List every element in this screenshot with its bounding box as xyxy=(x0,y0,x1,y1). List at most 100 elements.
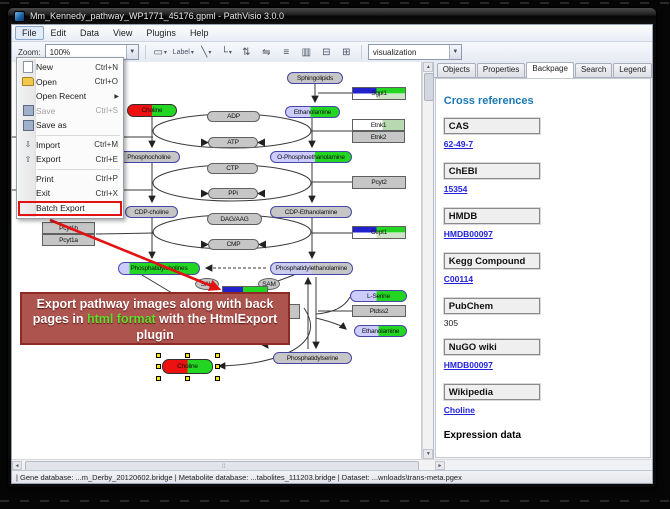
node-pcyt1b[interactable]: Pcyt1b xyxy=(42,222,95,234)
selection-handle[interactable] xyxy=(185,376,190,381)
menu-plugins[interactable]: Plugins xyxy=(139,26,183,40)
connector-tool-icon-dropdown[interactable]: ▾ xyxy=(229,49,232,56)
node-phosphatidylethanolamine[interactable]: Phosphatidylethanolamine xyxy=(270,262,353,275)
file-menu-item-print[interactable]: PrintCtrl+P xyxy=(18,172,122,187)
tab-search[interactable]: Search xyxy=(575,63,612,77)
xref-value-kegg-compound[interactable]: C00114 xyxy=(444,274,473,284)
tab-objects[interactable]: Objects xyxy=(437,63,476,77)
selection-handle[interactable] xyxy=(215,364,220,369)
selection-handle[interactable] xyxy=(156,376,161,381)
node-cept1[interactable]: Cept1 xyxy=(352,226,406,239)
xref-value-nugo-wiki[interactable]: HMDB00097 xyxy=(444,360,493,370)
node-phosphatidylserine[interactable]: Phosphatidylserine xyxy=(273,352,352,364)
node-ppi[interactable]: PPi xyxy=(208,188,258,199)
node-sah[interactable]: SAH xyxy=(195,278,219,290)
tab-properties[interactable]: Properties xyxy=(477,63,525,77)
selection-handle[interactable] xyxy=(156,364,161,369)
file-menu-item-import[interactable]: ⇩ImportCtrl+M xyxy=(18,138,122,153)
vertical-scrollbar[interactable]: ▲ ▼ xyxy=(422,62,432,459)
visualization-dropdown-icon[interactable]: ▼ xyxy=(449,45,461,59)
node-etnk1[interactable]: Etnk1 xyxy=(352,119,405,131)
vertical-scroll-thumb[interactable] xyxy=(424,73,434,101)
selection-handle[interactable] xyxy=(215,353,220,358)
xref-value-cas[interactable]: 62-49-7 xyxy=(444,139,473,149)
menu-view[interactable]: View xyxy=(106,26,139,40)
stack-columns-icon[interactable]: ▥ xyxy=(298,43,315,61)
menu-data[interactable]: Data xyxy=(73,26,106,40)
visualization-combobox[interactable]: visualization ▼ xyxy=(368,44,462,60)
file-menu-item-export[interactable]: ⇧ExportCtrl+E xyxy=(18,152,122,167)
common-width-icon[interactable]: ⊟ xyxy=(318,43,335,61)
file-menu-item-open[interactable]: OpenCtrl+O xyxy=(18,75,122,90)
node-pcyt1a[interactable]: Pcyt1a xyxy=(42,234,95,246)
menu-item-label: New xyxy=(36,62,95,72)
menu-edit[interactable]: Edit xyxy=(44,26,74,40)
menu-file[interactable]: File xyxy=(15,26,44,40)
line-tool-icon[interactable]: ╲▾ xyxy=(198,43,215,61)
selection-handle[interactable] xyxy=(185,353,190,358)
tab-legend[interactable]: Legend xyxy=(613,63,652,77)
new-datanode-icon-dropdown[interactable]: ▾ xyxy=(164,49,167,56)
node-choline-top[interactable]: Choline xyxy=(127,104,177,117)
xref-value-wikipedia[interactable]: Choline xyxy=(444,405,475,415)
connector-tool-icon[interactable]: └▾ xyxy=(218,43,235,61)
line-tool-icon-dropdown[interactable]: ▾ xyxy=(208,49,211,56)
expression-data-heading: Expression data xyxy=(444,430,650,441)
annotation-text: with the HtmlExport plugin xyxy=(136,312,277,341)
align-horizontal-icon[interactable]: ⇋ xyxy=(258,43,275,61)
node-choline-bottom[interactable]: Choline xyxy=(162,359,213,374)
scroll-left-icon[interactable]: ◄ xyxy=(12,461,22,470)
file-menu-item-open-recent[interactable]: Open Recent▶ xyxy=(18,89,122,104)
node-o-phosphoethanolamine[interactable]: O-Phosphoethanolamine xyxy=(270,151,352,163)
node-atp[interactable]: ATP xyxy=(208,137,258,148)
toolbar-separator xyxy=(361,45,362,59)
selection-handle[interactable] xyxy=(156,353,161,358)
cross-references-sections: CAS62-49-7ChEBI15354HMDBHMDB00097Kegg Co… xyxy=(444,118,650,418)
file-menu-item-new[interactable]: NewCtrl+N xyxy=(18,60,122,75)
open-folder-icon xyxy=(20,77,36,86)
backpage-panel[interactable]: Cross references CAS62-49-7ChEBI15354HMD… xyxy=(435,78,651,458)
toolbar-separator xyxy=(145,45,146,59)
scroll-down-icon[interactable]: ▼ xyxy=(423,449,433,459)
sidebar: ObjectsPropertiesBackpageSearchLegend Cr… xyxy=(433,62,652,459)
label-tool-button[interactable]: Label▾ xyxy=(172,43,195,61)
node-cdp-ethanolamine[interactable]: CDP-Ethanolamine xyxy=(270,206,352,218)
window-body: FileEditDataViewPluginsHelp Zoom: 100% ▼… xyxy=(11,24,653,484)
file-menu-item-batch-export[interactable]: Batch Export xyxy=(18,201,122,216)
align-vertical-icon[interactable]: ⇅ xyxy=(238,43,255,61)
title-bar[interactable]: Mm_Kennedy_pathway_WP1771_45176.gpml - P… xyxy=(8,8,656,24)
node-phosphocholine[interactable]: Phosphocholine xyxy=(118,151,180,163)
xref-header-chebi: ChEBI xyxy=(444,163,540,179)
menu-help[interactable]: Help xyxy=(183,26,216,40)
file-menu-item-save-as[interactable]: Save as xyxy=(18,118,122,133)
node-pcyt2[interactable]: Pcyt2 xyxy=(352,176,406,189)
node-ptdss2[interactable]: Ptdss2 xyxy=(352,305,406,317)
node-etnk2[interactable]: Etnk2 xyxy=(352,131,405,143)
zoom-dropdown-icon[interactable]: ▼ xyxy=(126,45,138,59)
node-dag-aag[interactable]: DAG/AAG xyxy=(207,213,262,225)
file-menu-item-save[interactable]: SaveCtrl+S xyxy=(18,104,122,119)
node-adp[interactable]: ADP xyxy=(207,111,260,122)
node-sphingolipids[interactable]: Sphingolipids xyxy=(287,72,343,84)
new-datanode-icon[interactable]: ▭▾ xyxy=(152,43,169,61)
xref-value-chebi[interactable]: 15354 xyxy=(444,184,468,194)
scroll-up-icon[interactable]: ▲ xyxy=(423,62,433,72)
stack-rows-icon[interactable]: ≡ xyxy=(278,43,295,61)
menu-item-label: Print xyxy=(36,174,96,184)
node-ethanolamine-bottom[interactable]: Ethanolamine xyxy=(354,325,407,337)
tab-backpage[interactable]: Backpage xyxy=(526,62,574,78)
node-sgpl1[interactable]: Sgpl1 xyxy=(352,87,406,100)
node-ethanolamine-top[interactable]: Ethanolamine xyxy=(285,106,340,118)
node-cmp[interactable]: CMP xyxy=(208,239,259,250)
node-l-serine[interactable]: L-Serine xyxy=(350,290,407,302)
node-ctp[interactable]: CTP xyxy=(207,163,258,174)
selection-handle[interactable] xyxy=(215,376,220,381)
node-cdp-choline[interactable]: CDP-choline xyxy=(125,206,178,218)
xref-value-hmdb[interactable]: HMDB00097 xyxy=(444,229,493,239)
node-phosphatidylcholines[interactable]: Phosphatidylcholines xyxy=(118,262,200,275)
scroll-right-icon[interactable]: ► xyxy=(435,461,445,470)
xref-header-cas: CAS xyxy=(444,118,540,134)
label-tool-button-dropdown[interactable]: ▾ xyxy=(191,49,194,56)
common-height-icon[interactable]: ⊞ xyxy=(338,43,355,61)
file-menu-item-exit[interactable]: ExitCtrl+X xyxy=(18,186,122,201)
